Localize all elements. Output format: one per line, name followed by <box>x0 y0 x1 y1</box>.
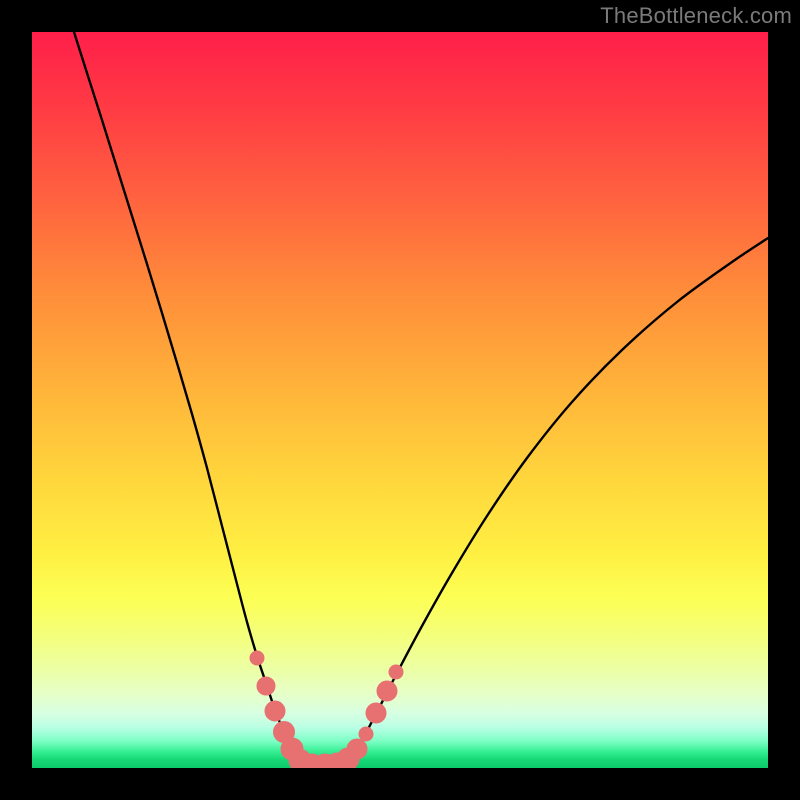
curve-marker <box>389 665 403 679</box>
curve-marker <box>250 651 264 665</box>
curve-markers <box>250 651 403 768</box>
chart-plot-area <box>32 32 768 768</box>
curve-marker <box>359 727 373 741</box>
chart-svg <box>32 32 768 768</box>
watermark: TheBottleneck.com <box>600 3 792 29</box>
curve-marker <box>265 701 285 721</box>
curve-marker <box>377 681 397 701</box>
curve-marker <box>347 739 367 759</box>
chart-frame: TheBottleneck.com <box>0 0 800 800</box>
curve-marker <box>366 703 386 723</box>
curve-marker <box>257 677 275 695</box>
bottleneck-curve <box>74 32 768 766</box>
